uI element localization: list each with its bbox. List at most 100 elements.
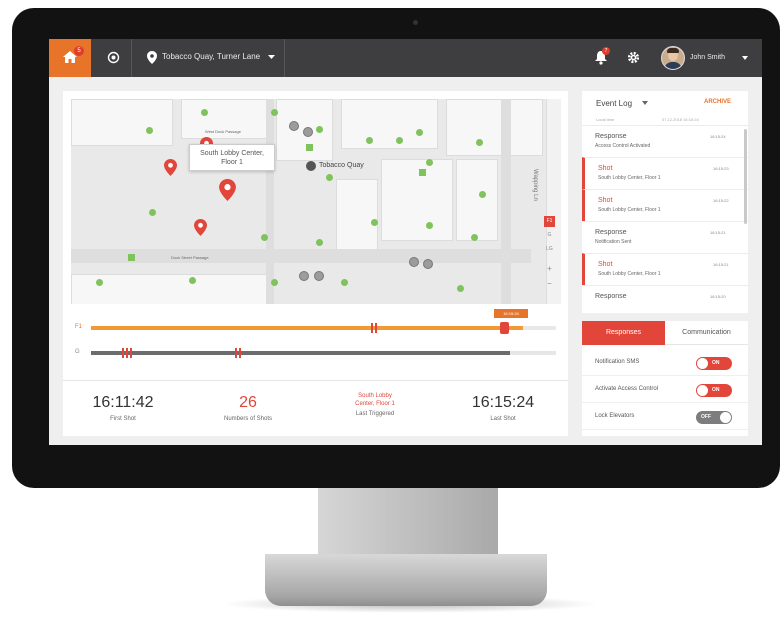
- tooltip-line: South Lobby Center,: [200, 150, 264, 157]
- map-building: [456, 159, 498, 241]
- timeline-shot-marker[interactable]: [375, 323, 377, 333]
- event-log-item[interactable]: Shot South Lobby Center, Floor 1 16:15:23: [582, 157, 748, 189]
- event-description: South Lobby Center, Floor 1: [598, 271, 661, 277]
- event-log-item[interactable]: Shot South Lobby Center, Floor 1 16:15:22: [582, 189, 748, 221]
- archive-link[interactable]: ARCHIVE: [704, 99, 731, 105]
- sensor-marker[interactable]: [316, 126, 323, 133]
- sensor-marker[interactable]: [261, 234, 268, 241]
- toggle-state: ON: [712, 387, 720, 393]
- event-log-item[interactable]: Response 16:15:20: [582, 285, 748, 318]
- sensor-marker[interactable]: [271, 279, 278, 286]
- sensor-marker[interactable]: [471, 234, 478, 241]
- sensor-marker[interactable]: [271, 109, 278, 116]
- user-name[interactable]: John Smith: [690, 54, 725, 61]
- sensor-marker[interactable]: [128, 254, 135, 261]
- timeline-row-label: G: [75, 349, 80, 355]
- top-bar: 5 Tobacco Quay, Turner Lane 7 John Smith: [49, 39, 762, 77]
- chevron-down-icon[interactable]: [642, 101, 648, 105]
- location-selector[interactable]: Tobacco Quay, Turner Lane: [162, 52, 260, 61]
- sensor-marker[interactable]: [479, 191, 486, 198]
- sensor-marker[interactable]: [371, 219, 378, 226]
- timeline-scrubber-handle[interactable]: [500, 322, 509, 334]
- responses-panel: Responses Communication Notification SMS…: [582, 321, 748, 436]
- camera-sensor[interactable]: [289, 121, 299, 131]
- map-street-label: Wapping Ln: [532, 169, 538, 201]
- sensor-marker[interactable]: [396, 137, 403, 144]
- tab-responses[interactable]: Responses: [582, 321, 665, 345]
- timeline-shot-marker[interactable]: [126, 348, 128, 358]
- shot-location-pin-icon[interactable]: [194, 219, 207, 236]
- timeline-track-g[interactable]: [91, 351, 556, 355]
- map-panel: Dock Street Passage West Dock Passage So…: [63, 91, 568, 436]
- event-log-item[interactable]: Response Notification Sent 16:15:21: [582, 221, 748, 254]
- event-log-item[interactable]: Shot South Lobby Center, Floor 1 16:15:21: [582, 253, 748, 285]
- response-setting-label: Lock Elevators: [595, 413, 635, 419]
- poi-icon: [306, 161, 316, 171]
- sensor-marker[interactable]: [306, 144, 313, 151]
- map-road: [501, 99, 511, 304]
- sensor-marker[interactable]: [146, 127, 153, 134]
- event-log-item[interactable]: Response Access Control Activated 16:15:24: [582, 125, 748, 158]
- target-icon[interactable]: [107, 51, 120, 64]
- response-toggle[interactable]: ON: [696, 384, 732, 397]
- event-description: South Lobby Center, Floor 1: [598, 175, 661, 181]
- sensor-marker[interactable]: [457, 285, 464, 292]
- stat-first-shot: 16:11:42 First Shot: [63, 381, 183, 437]
- sensor-marker[interactable]: [326, 174, 333, 181]
- camera-sensor[interactable]: [303, 127, 313, 137]
- timeline-track-f1[interactable]: [91, 326, 556, 330]
- sensor-marker[interactable]: [96, 279, 103, 286]
- floor-map[interactable]: Dock Street Passage West Dock Passage So…: [71, 99, 561, 304]
- chevron-down-icon[interactable]: [742, 56, 748, 60]
- sensor-marker[interactable]: [201, 109, 208, 116]
- first-shot-time: 16:11:42: [92, 394, 154, 411]
- sensor-marker[interactable]: [316, 239, 323, 246]
- event-log-title[interactable]: Event Log: [596, 99, 632, 108]
- map-building: [71, 99, 173, 146]
- camera-sensor[interactable]: [314, 271, 324, 281]
- sensor-marker[interactable]: [476, 139, 483, 146]
- response-toggle[interactable]: ON: [696, 357, 732, 370]
- chevron-down-icon[interactable]: [268, 55, 275, 60]
- timeline-shot-marker[interactable]: [122, 348, 124, 358]
- response-setting-row: Lock Elevators OFF: [582, 405, 748, 430]
- toggle-state: ON: [712, 360, 720, 366]
- shot-location-pin-icon[interactable]: [164, 159, 177, 176]
- event-time: 16:15:22: [713, 198, 729, 203]
- timeline-shot-marker[interactable]: [239, 348, 241, 358]
- floor-f1-button[interactable]: F1: [544, 216, 555, 227]
- camera-sensor[interactable]: [299, 271, 309, 281]
- camera-sensor[interactable]: [423, 259, 433, 269]
- map-building: [341, 99, 438, 149]
- stat-shot-count: 26 Numbers of Shots: [188, 381, 308, 437]
- last-shot-label: Last Shot: [490, 416, 516, 422]
- home-button[interactable]: 5: [49, 39, 91, 77]
- last-triggered-label: Last Triggered: [355, 411, 395, 417]
- timeline-shot-marker[interactable]: [130, 348, 132, 358]
- scrollbar[interactable]: [744, 129, 747, 224]
- zoom-out-button[interactable]: −: [544, 279, 555, 289]
- last-triggered-line: South Lobby: [358, 393, 392, 399]
- sensor-marker[interactable]: [426, 159, 433, 166]
- shots-count-label: Numbers of Shots: [223, 416, 273, 422]
- avatar[interactable]: [661, 46, 685, 70]
- sensor-marker[interactable]: [149, 209, 156, 216]
- event-log-header: Event Log ARCHIVE: [582, 91, 748, 113]
- sensor-marker[interactable]: [366, 137, 373, 144]
- shot-location-pin-icon[interactable]: [219, 179, 236, 201]
- floor-lg-button[interactable]: LG: [544, 246, 555, 256]
- timeline-shot-marker[interactable]: [235, 348, 237, 358]
- sensor-marker[interactable]: [189, 277, 196, 284]
- tab-communication[interactable]: Communication: [665, 321, 748, 345]
- sensor-marker[interactable]: [416, 129, 423, 136]
- camera-sensor[interactable]: [409, 257, 419, 267]
- sensor-marker[interactable]: [419, 169, 426, 176]
- shots-count: 26: [239, 394, 257, 411]
- zoom-in-button[interactable]: +: [544, 264, 555, 274]
- sensor-marker[interactable]: [426, 222, 433, 229]
- gear-icon[interactable]: [627, 51, 640, 64]
- timeline-shot-marker[interactable]: [371, 323, 373, 333]
- floor-g-button[interactable]: G: [544, 232, 555, 242]
- sensor-marker[interactable]: [341, 279, 348, 286]
- response-toggle[interactable]: OFF: [696, 411, 732, 424]
